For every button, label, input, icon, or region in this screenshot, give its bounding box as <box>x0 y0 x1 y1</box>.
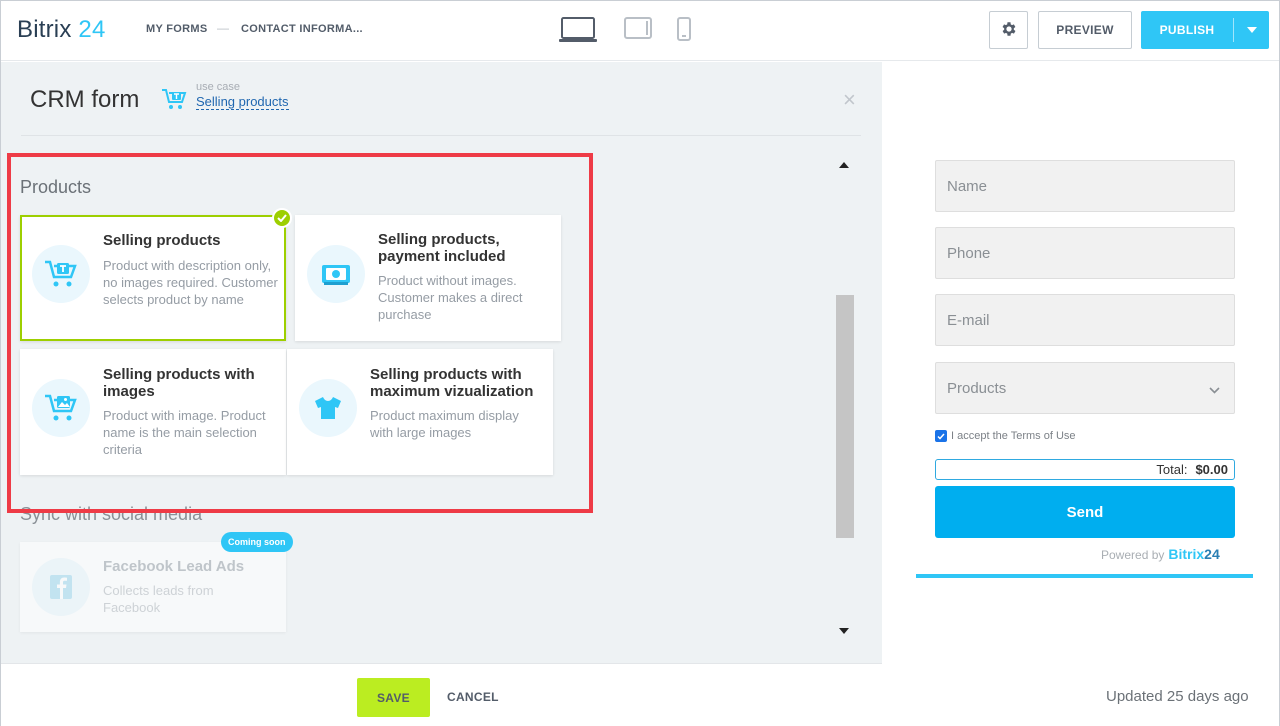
mobile-icon[interactable] <box>677 17 691 46</box>
settings-button[interactable] <box>989 11 1028 49</box>
breadcrumb-separator: — <box>217 21 229 35</box>
form-settings-panel: CRM form use case Selling products × Pro… <box>1 62 882 663</box>
card-title: Facebook Lead Ads <box>103 558 245 575</box>
total-value: $0.00 <box>1195 462 1228 477</box>
gear-icon <box>1000 20 1018 41</box>
page-title: CRM form <box>30 86 140 113</box>
scroll-up-arrow[interactable] <box>839 162 849 168</box>
caret-down-icon[interactable] <box>1234 11 1269 49</box>
name-field[interactable]: Name <box>935 160 1235 212</box>
chevron-down-icon <box>1209 381 1220 398</box>
total-label: Total: <box>1156 462 1188 477</box>
terms-label: I accept the Terms of Use <box>951 430 1076 442</box>
facebook-icon <box>32 558 90 616</box>
tablet-icon[interactable] <box>624 17 652 44</box>
phone-field[interactable]: Phone <box>935 227 1235 279</box>
save-button[interactable]: SAVE <box>357 678 430 717</box>
close-icon[interactable]: × <box>843 89 856 111</box>
products-select[interactable]: Products <box>935 362 1235 414</box>
terms-checkbox[interactable] <box>935 430 947 442</box>
bottom-action-bar: SAVE CANCEL <box>1 663 882 726</box>
terms-checkbox-row[interactable]: I accept the Terms of Use <box>935 430 1076 442</box>
powered-by-brand: Bitrix24 <box>1168 546 1220 562</box>
card-description: Collects leads from Facebook <box>103 583 214 615</box>
form-preview: Name Phone E-mail Products I accept the … <box>882 62 1279 726</box>
breadcrumb-current-form: CONTACT INFORMA... <box>241 23 363 35</box>
preview-button[interactable]: PREVIEW <box>1038 11 1132 49</box>
last-updated-status: Updated 25 days ago <box>1106 688 1249 705</box>
cart-icon <box>161 88 187 115</box>
scroll-down-arrow[interactable] <box>839 628 849 634</box>
use-case-card-facebook-lead-ads: Facebook Lead Ads Collects leads from Fa… <box>20 542 286 632</box>
total-display: Total: $0.00 <box>935 459 1235 480</box>
email-field[interactable]: E-mail <box>935 294 1235 346</box>
breadcrumb-my-forms[interactable]: MY FORMS <box>146 23 207 35</box>
header-divider <box>21 135 861 136</box>
powered-by[interactable]: Powered by Bitrix24 <box>1101 546 1220 562</box>
use-case-link[interactable]: Selling products <box>196 94 289 110</box>
annotation-highlight-box <box>7 153 593 513</box>
coming-soon-badge: Coming soon <box>221 532 293 552</box>
powered-by-label: Powered by <box>1101 548 1165 562</box>
publish-button[interactable]: PUBLISH <box>1141 11 1269 49</box>
publish-label: PUBLISH <box>1159 23 1215 37</box>
preview-underline <box>916 574 1253 578</box>
use-case-caption: use case <box>196 81 241 93</box>
send-button[interactable]: Send <box>935 486 1235 538</box>
top-bar: Bitrix 24 MY FORMS — CONTACT INFORMA... … <box>1 1 1279 61</box>
products-select-value: Products <box>947 379 1007 397</box>
scrollbar-thumb[interactable] <box>836 295 854 538</box>
desktop-icon[interactable] <box>559 17 597 48</box>
bitrix24-logo[interactable]: Bitrix 24 <box>17 16 106 44</box>
cancel-button[interactable]: CANCEL <box>447 690 499 704</box>
